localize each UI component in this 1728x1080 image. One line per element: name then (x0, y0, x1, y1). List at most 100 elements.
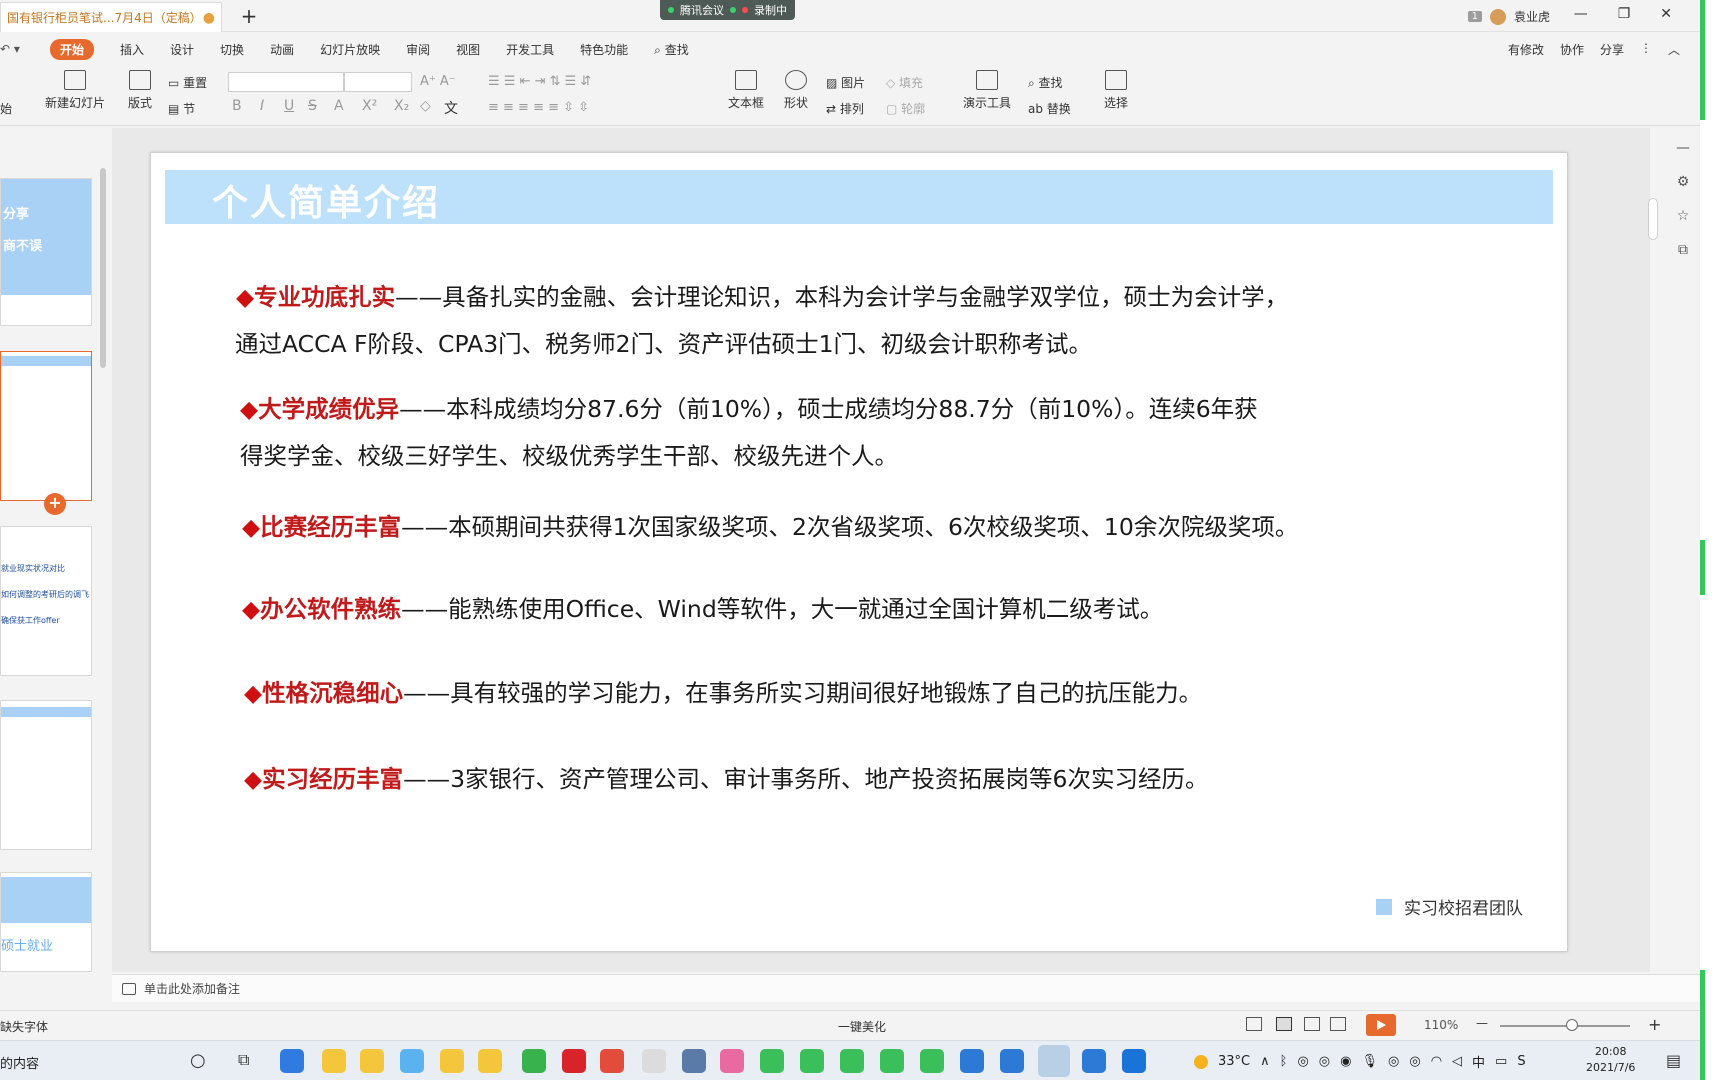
pinyin-icon[interactable]: 文 (444, 98, 458, 118)
thumbnail-scrollbar[interactable] (100, 168, 106, 368)
bullet-3[interactable]: ◆比赛经历丰富——本硕期间共获得1次国家级奖项、2次省级奖项、6次校级奖项、10… (242, 504, 1298, 551)
notes-view-icon[interactable] (1246, 1017, 1262, 1031)
bluetooth-icon[interactable]: ᛒ (1280, 1054, 1288, 1069)
bullet-4[interactable]: ◆办公软件熟练——能熟练使用Office、Wind等软件，大一就通过全国计算机二… (242, 586, 1163, 633)
select-button[interactable]: 选择 (1096, 70, 1136, 111)
tray-app-icon[interactable]: ◎ (1409, 1054, 1420, 1069)
slide-thumbnail-2[interactable] (0, 351, 92, 501)
undo-icon[interactable]: ↶ ▾ (0, 42, 20, 56)
play-slideshow-button[interactable] (1366, 1014, 1396, 1036)
menu-transition[interactable]: 切换 (220, 41, 244, 58)
netease-music-icon[interactable] (562, 1049, 586, 1073)
wechat-icon[interactable] (880, 1049, 904, 1073)
app-icon[interactable] (400, 1049, 424, 1073)
collapse-ribbon-icon[interactable]: ︿ (1668, 41, 1680, 58)
sorter-view-icon[interactable] (1304, 1017, 1320, 1031)
bullet-2[interactable]: ◆大学成绩优异——本科成绩均分87.6分（前10%），硕士成绩均分88.7分（前… (240, 386, 1258, 480)
menu-search[interactable]: ⌕ 查找 (654, 41, 689, 58)
app-icon[interactable] (720, 1049, 744, 1073)
weather-icon[interactable] (1194, 1054, 1208, 1069)
minimize-button[interactable]: — (1574, 6, 1588, 22)
chrome-icon[interactable] (600, 1049, 624, 1073)
menu-special[interactable]: 特色功能 (580, 41, 628, 58)
zoom-out-button[interactable]: — (1476, 1016, 1488, 1030)
zoom-in-button[interactable]: + (1648, 1015, 1661, 1034)
replace-button[interactable]: ab 替换 (1028, 100, 1071, 117)
document-tab[interactable]: 国有银行柜员笔试...7月4日（定稿） ● (0, 2, 222, 32)
tray-app-icon[interactable]: ◎ (1388, 1054, 1399, 1069)
avatar[interactable] (1489, 8, 1506, 25)
folder-icon[interactable] (440, 1049, 464, 1073)
bullet-6[interactable]: ◆实习经历丰富——3家银行、资产管理公司、审计事务所、地产投资拓展岗等6次实习经… (244, 756, 1208, 803)
close-button[interactable]: ✕ (1660, 6, 1672, 22)
wifi-icon[interactable]: ◠ (1431, 1054, 1442, 1069)
wechat-icon[interactable] (760, 1049, 784, 1073)
menu-home[interactable]: 开始 (50, 38, 95, 60)
notes-bar[interactable]: 单击此处添加备注 (112, 974, 1700, 1002)
app-icon[interactable] (1000, 1049, 1024, 1073)
section-button[interactable]: ▤ 节 (168, 100, 195, 117)
app-icon[interactable] (1082, 1049, 1106, 1073)
edge-icon[interactable] (280, 1049, 304, 1073)
add-slide-button[interactable]: + (44, 493, 66, 515)
slide-thumbnail-5[interactable]: 硕士就业 (0, 872, 92, 972)
app-icon[interactable] (682, 1049, 706, 1073)
present-tool-button[interactable]: 演示工具 (956, 70, 1018, 111)
zoom-level[interactable]: 110% (1424, 1018, 1458, 1032)
grow-font-icon[interactable]: A⁺ A⁻ (420, 74, 456, 89)
app-icon[interactable] (1122, 1049, 1146, 1073)
new-slide-button[interactable]: 新建幻灯片 (42, 70, 108, 111)
tray-chevron-icon[interactable]: ∧ (1260, 1054, 1270, 1069)
wps-icon[interactable] (1038, 1045, 1070, 1077)
canvas-scrollbar[interactable] (1648, 140, 1660, 960)
app-icon[interactable] (960, 1049, 984, 1073)
tray-app-icon[interactable]: ◎ (1319, 1054, 1330, 1069)
italic-button[interactable]: I (260, 98, 264, 114)
weather-temp[interactable]: 33°C (1218, 1054, 1250, 1069)
qq-icon[interactable]: ◉ (1340, 1054, 1351, 1069)
folder-icon[interactable] (322, 1049, 346, 1073)
slide-title[interactable]: 个人简单介绍 (212, 174, 440, 226)
outline-button[interactable]: ▢ 轮廓 (886, 100, 925, 117)
bullet-5[interactable]: ◆性格沉稳细心——具有较强的学习能力，在事务所实习期间很好地锻炼了自己的抗压能力… (244, 670, 1202, 717)
strikethrough-button[interactable]: S (308, 98, 317, 114)
app-icon[interactable] (522, 1049, 546, 1073)
meeting-indicator[interactable]: 腾讯会议 录制中 (660, 0, 795, 20)
slide-thumbnail-4[interactable] (0, 700, 92, 850)
normal-view-icon[interactable] (1276, 1017, 1292, 1031)
menu-review[interactable]: 审阅 (406, 41, 430, 58)
star-icon[interactable]: ☆ (1677, 208, 1690, 224)
reset-button[interactable]: ▭ 重置 (168, 74, 207, 91)
tray-app-icon[interactable]: ◎ (1297, 1054, 1308, 1069)
shape-button[interactable]: 形状 (776, 70, 816, 111)
font-color-button[interactable]: A (334, 98, 344, 114)
microphone-icon[interactable]: 🎙 (1361, 1054, 1378, 1069)
superscript-button[interactable]: X² (362, 98, 377, 114)
subscript-button[interactable]: X₂ (394, 98, 409, 114)
user-area[interactable]: 1 袁业虎 (1467, 8, 1550, 25)
more-icon[interactable]: ⋮ (1640, 41, 1652, 58)
menu-animation[interactable]: 动画 (270, 41, 294, 58)
tray-app-icon[interactable]: S (1517, 1054, 1525, 1069)
has-changes-button[interactable]: 有修改 (1508, 41, 1544, 58)
bold-button[interactable]: B (232, 98, 242, 114)
ribbon-start-label[interactable]: 始 (0, 100, 12, 117)
scrollbar-thumb[interactable] (1648, 198, 1658, 240)
copy-icon[interactable]: ⧉ (1678, 242, 1688, 258)
list-icons[interactable]: ☰ ☰ ⇤ ⇥ ⇅ ☰ ⇵ (488, 74, 591, 89)
menu-design[interactable]: 设计 (170, 41, 194, 58)
new-tab-button[interactable]: + (238, 4, 260, 28)
taskbar-search-text[interactable]: 的内容 (0, 1053, 39, 1072)
wechat-icon[interactable] (800, 1049, 824, 1073)
arrange-button[interactable]: ⇄ 排列 (826, 100, 864, 117)
fill-button[interactable]: ◇ 填充 (886, 74, 923, 91)
align-icons[interactable]: ≡ ≡ ≡ ≡ ≡ ⇳ ⇳ (488, 100, 589, 115)
settings-sliders-icon[interactable]: ⚙ (1677, 174, 1690, 190)
one-click-beautify-button[interactable]: 一键美化 (838, 1018, 886, 1035)
layout-button[interactable]: 版式 (122, 70, 158, 111)
folder-icon[interactable] (478, 1049, 502, 1073)
taskbar-clock[interactable]: 20:08 2021/7/6 (1586, 1044, 1635, 1076)
reading-view-icon[interactable] (1330, 1017, 1346, 1031)
app-icon[interactable] (642, 1049, 666, 1073)
font-name-select[interactable] (228, 72, 344, 92)
